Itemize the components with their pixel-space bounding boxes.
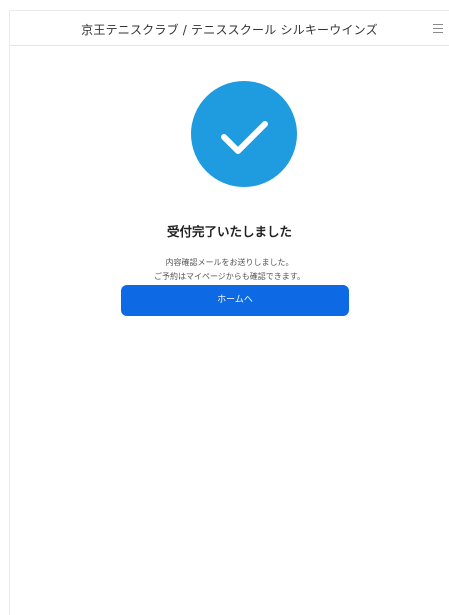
menu-line xyxy=(433,28,443,29)
check-icon xyxy=(221,121,268,154)
menu-line xyxy=(433,32,443,33)
menu-line xyxy=(433,24,443,25)
home-button[interactable]: ホームへ xyxy=(121,285,349,316)
hamburger-menu-icon[interactable] xyxy=(431,20,447,36)
completion-message-line-1: 内容確認メールをお送りしました。 xyxy=(165,258,294,267)
success-badge xyxy=(191,81,297,187)
completion-title: 受付完了いたしました xyxy=(166,224,292,239)
site-header: 京王テニスクラブ / テニススクール シルキーウインズ xyxy=(10,11,449,46)
completion-message-line-2: ご予約はマイページからも確認できます。 xyxy=(153,272,306,281)
page-frame: 京王テニスクラブ / テニススクール シルキーウインズ 受付完了いたしました 内… xyxy=(9,10,449,615)
site-title: 京王テニスクラブ / テニススクール シルキーウインズ xyxy=(81,23,378,37)
